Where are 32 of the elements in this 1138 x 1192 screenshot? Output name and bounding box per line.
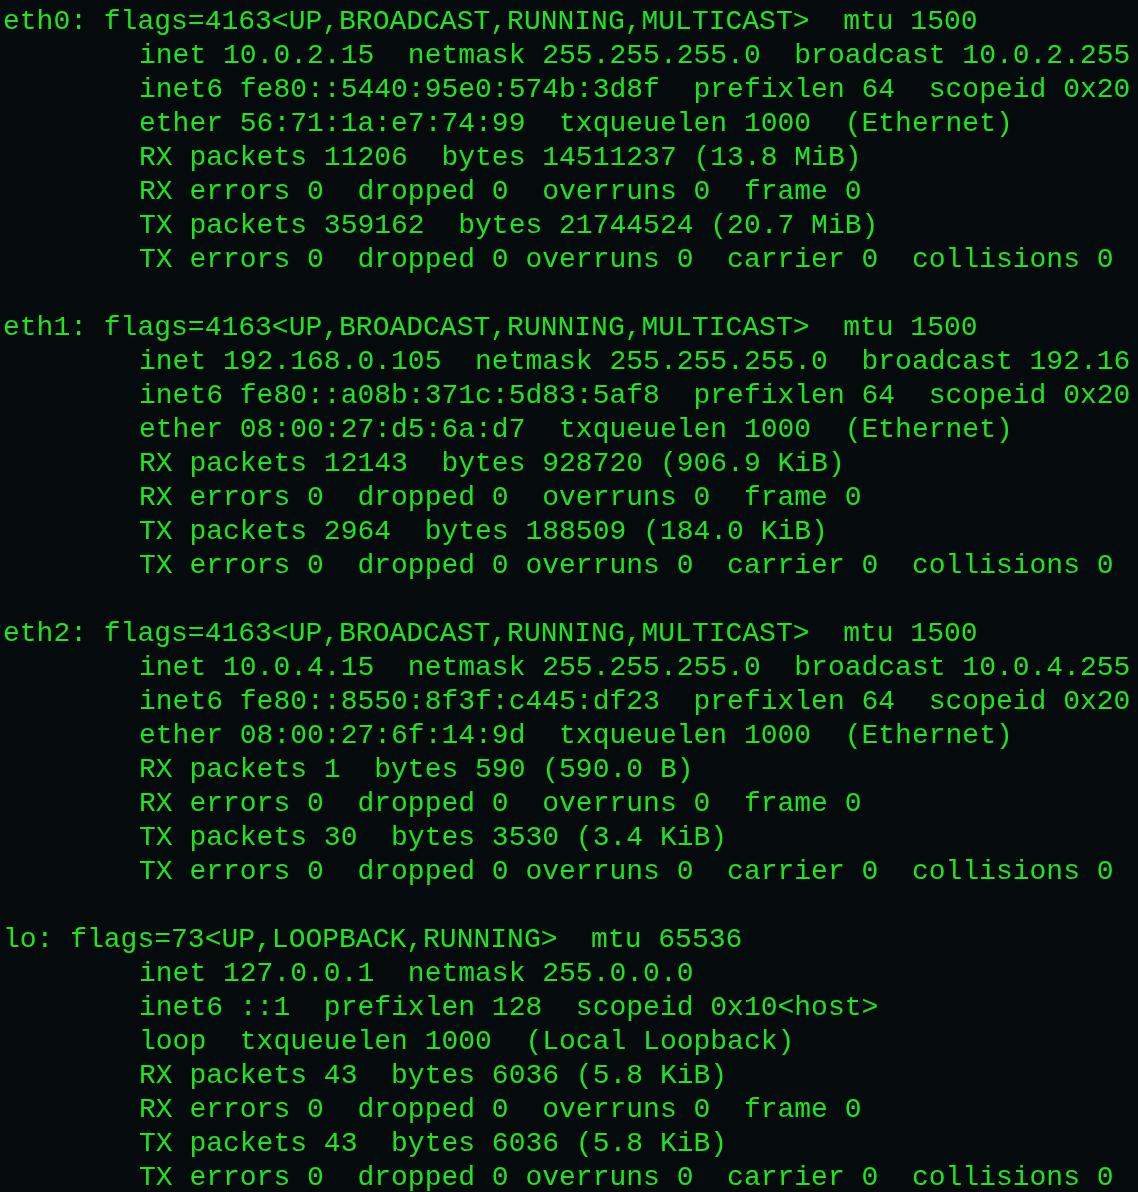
terminal-line: inet 192.168.0.105 netmask 255.255.255.0 broadcast 192.16 bbox=[139, 345, 1131, 379]
terminal-line: inet6 fe80::5440:95e0:574b:3d8f prefixlen 64 scopeid 0x20 bbox=[139, 73, 1131, 107]
terminal-line: TX packets 2964 bytes 188509 (184.0 KiB) bbox=[139, 515, 828, 549]
terminal-line: inet 10.0.4.15 netmask 255.255.255.0 broadcast 10.0.4.255 bbox=[139, 651, 1131, 685]
terminal-line: TX packets 30 bytes 3530 (3.4 KiB) bbox=[139, 821, 728, 855]
terminal-line: RX errors 0 dropped 0 overruns 0 frame 0 bbox=[139, 481, 862, 515]
terminal-line: RX errors 0 dropped 0 overruns 0 frame 0 bbox=[139, 175, 862, 209]
terminal-line: RX packets 43 bytes 6036 (5.8 KiB) bbox=[139, 1059, 728, 1093]
interface-header: lo: flags=73<UP,LOOPBACK,RUNNING> mtu 65536 bbox=[3, 923, 743, 957]
terminal-line: ether 08:00:27:d5:6a:d7 txqueuelen 1000 (Ethernet) bbox=[139, 413, 1013, 447]
terminal-line: TX packets 359162 bytes 21744524 (20.7 MiB) bbox=[139, 209, 879, 243]
terminal-line: TX errors 0 dropped 0 overruns 0 carrier 0 collisions 0 bbox=[139, 855, 1114, 889]
interface-header: eth1: flags=4163<UP,BROADCAST,RUNNING,MULTICAST> mtu 1500 bbox=[3, 311, 978, 345]
terminal-line: inet6 ::1 prefixlen 128 scopeid 0x10<host> bbox=[139, 991, 879, 1025]
terminal-line: TX errors 0 dropped 0 overruns 0 carrier 0 collisions 0 bbox=[139, 549, 1114, 583]
terminal-line: RX packets 1 bytes 590 (590.0 B) bbox=[139, 753, 694, 787]
terminal-line: TX packets 43 bytes 6036 (5.8 KiB) bbox=[139, 1127, 728, 1161]
terminal-line: RX packets 11206 bytes 14511237 (13.8 MiB) bbox=[139, 141, 862, 175]
terminal-line: ether 56:71:1a:e7:74:99 txqueuelen 1000 (Ethernet) bbox=[139, 107, 1013, 141]
interface-header: eth0: flags=4163<UP,BROADCAST,RUNNING,MULTICAST> mtu 1500 bbox=[3, 5, 978, 39]
terminal-line: inet 10.0.2.15 netmask 255.255.255.0 broadcast 10.0.2.255 bbox=[139, 39, 1131, 73]
terminal-line: RX packets 12143 bytes 928720 (906.9 KiB) bbox=[139, 447, 845, 481]
interface-header: eth2: flags=4163<UP,BROADCAST,RUNNING,MULTICAST> mtu 1500 bbox=[3, 617, 978, 651]
terminal-line: RX errors 0 dropped 0 overruns 0 frame 0 bbox=[139, 1093, 862, 1127]
terminal-line: inet6 fe80::a08b:371c:5d83:5af8 prefixlen 64 scopeid 0x20 bbox=[139, 379, 1131, 413]
terminal-line: loop txqueuelen 1000 (Local Loopback) bbox=[139, 1025, 795, 1059]
terminal-line: TX errors 0 dropped 0 overruns 0 carrier 0 collisions 0 bbox=[139, 1161, 1114, 1192]
terminal-line: TX errors 0 dropped 0 overruns 0 carrier 0 collisions 0 bbox=[139, 243, 1114, 277]
terminal-line: RX errors 0 dropped 0 overruns 0 frame 0 bbox=[139, 787, 862, 821]
terminal-line: inet 127.0.0.1 netmask 255.0.0.0 bbox=[139, 957, 694, 991]
terminal-line: inet6 fe80::8550:8f3f:c445:df23 prefixlen 64 scopeid 0x20 bbox=[139, 685, 1131, 719]
terminal-line: ether 08:00:27:6f:14:9d txqueuelen 1000 (Ethernet) bbox=[139, 719, 1013, 753]
